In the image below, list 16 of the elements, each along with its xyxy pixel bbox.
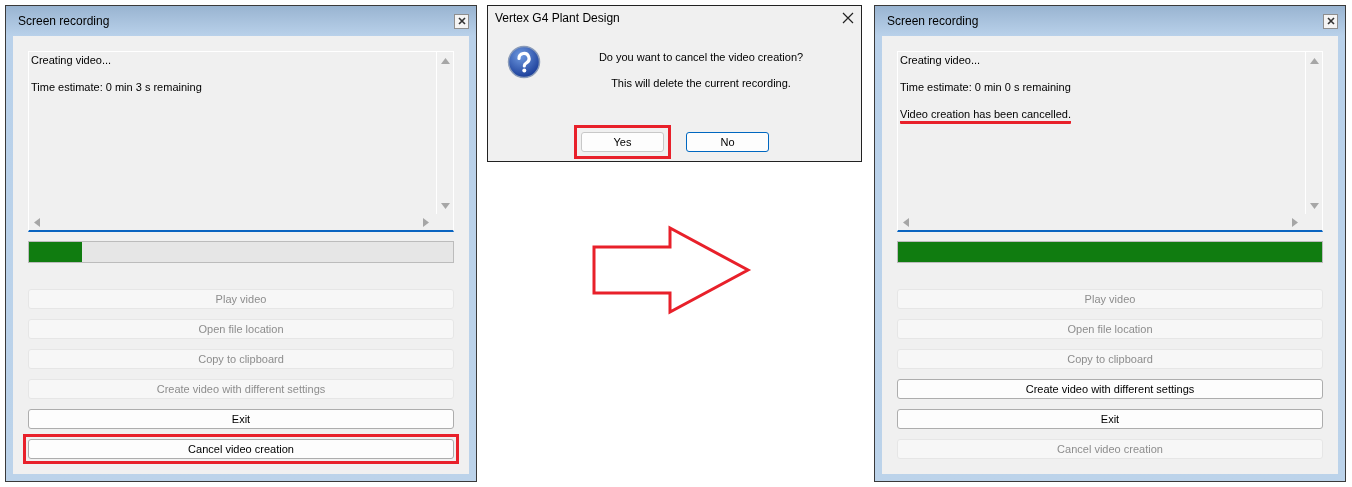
dialog-button[interactable]: No bbox=[686, 132, 769, 152]
log-line: Time estimate: 0 min 0 s remaining bbox=[900, 81, 1071, 95]
dialog-title: Vertex G4 Plant Design bbox=[495, 11, 620, 25]
window-title: Screen recording bbox=[887, 14, 979, 28]
dialog-detail: This will delete the current recording. bbox=[611, 77, 791, 89]
window-title: Screen recording bbox=[18, 14, 110, 28]
log-line: Video creation has been cancelled. bbox=[900, 108, 1072, 124]
action-button[interactable]: Exit bbox=[28, 409, 454, 429]
action-button[interactable]: Cancel video creation bbox=[28, 439, 454, 459]
log-line: Time estimate: 0 min 3 s remaining bbox=[31, 81, 202, 95]
log-line: Creating video... bbox=[31, 54, 112, 68]
dialog-question: Do you want to cancel the video creation? bbox=[598, 51, 804, 63]
action-button[interactable]: Exit bbox=[897, 409, 1323, 429]
dialog-button[interactable]: Yes bbox=[581, 132, 664, 152]
action-button[interactable]: Create video with different settings bbox=[897, 379, 1323, 399]
log-line: Creating video... bbox=[900, 54, 981, 68]
